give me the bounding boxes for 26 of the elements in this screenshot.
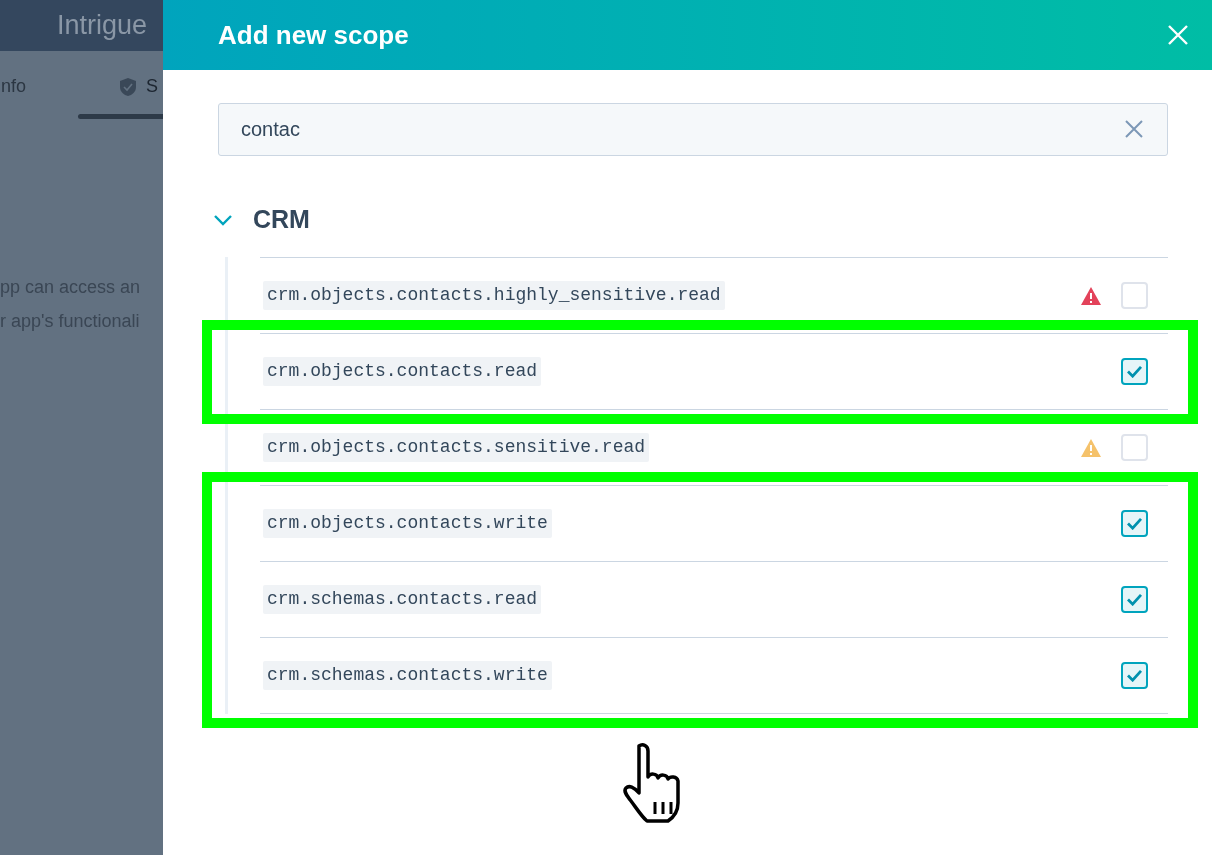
scope-name: crm.objects.contacts.sensitive.read — [263, 433, 650, 462]
close-icon[interactable] — [1166, 23, 1190, 47]
scope-name: crm.objects.contacts.write — [263, 509, 552, 538]
search-field[interactable]: contac — [218, 103, 1168, 156]
clear-icon[interactable] — [1124, 119, 1144, 139]
warning-icon — [1081, 438, 1101, 457]
checkbox[interactable] — [1121, 358, 1148, 385]
warning-icon — [1081, 286, 1101, 305]
scope-name: crm.schemas.contacts.read — [263, 585, 542, 614]
tab[interactable]: S — [146, 73, 158, 100]
checkbox[interactable] — [1121, 586, 1148, 613]
shield-icon — [120, 77, 136, 96]
check-icon — [1126, 593, 1143, 606]
checkbox[interactable] — [1121, 662, 1148, 689]
tab[interactable]: info — [0, 73, 27, 100]
chevron-icon[interactable] — [213, 214, 233, 226]
check-icon — [1126, 669, 1143, 682]
group-title: CRM — [253, 204, 310, 236]
check-icon — [1126, 517, 1143, 530]
scope-name: crm.objects.contacts.highly_sensitive.read — [263, 281, 725, 310]
scope-name: crm.objects.contacts.read — [263, 357, 542, 386]
check-icon — [1126, 365, 1143, 378]
page-title: Intrigue — [57, 9, 148, 42]
scope-name: crm.schemas.contacts.write — [263, 661, 552, 690]
panel-title: Add new scope — [218, 18, 409, 52]
checkbox[interactable] — [1121, 510, 1148, 537]
